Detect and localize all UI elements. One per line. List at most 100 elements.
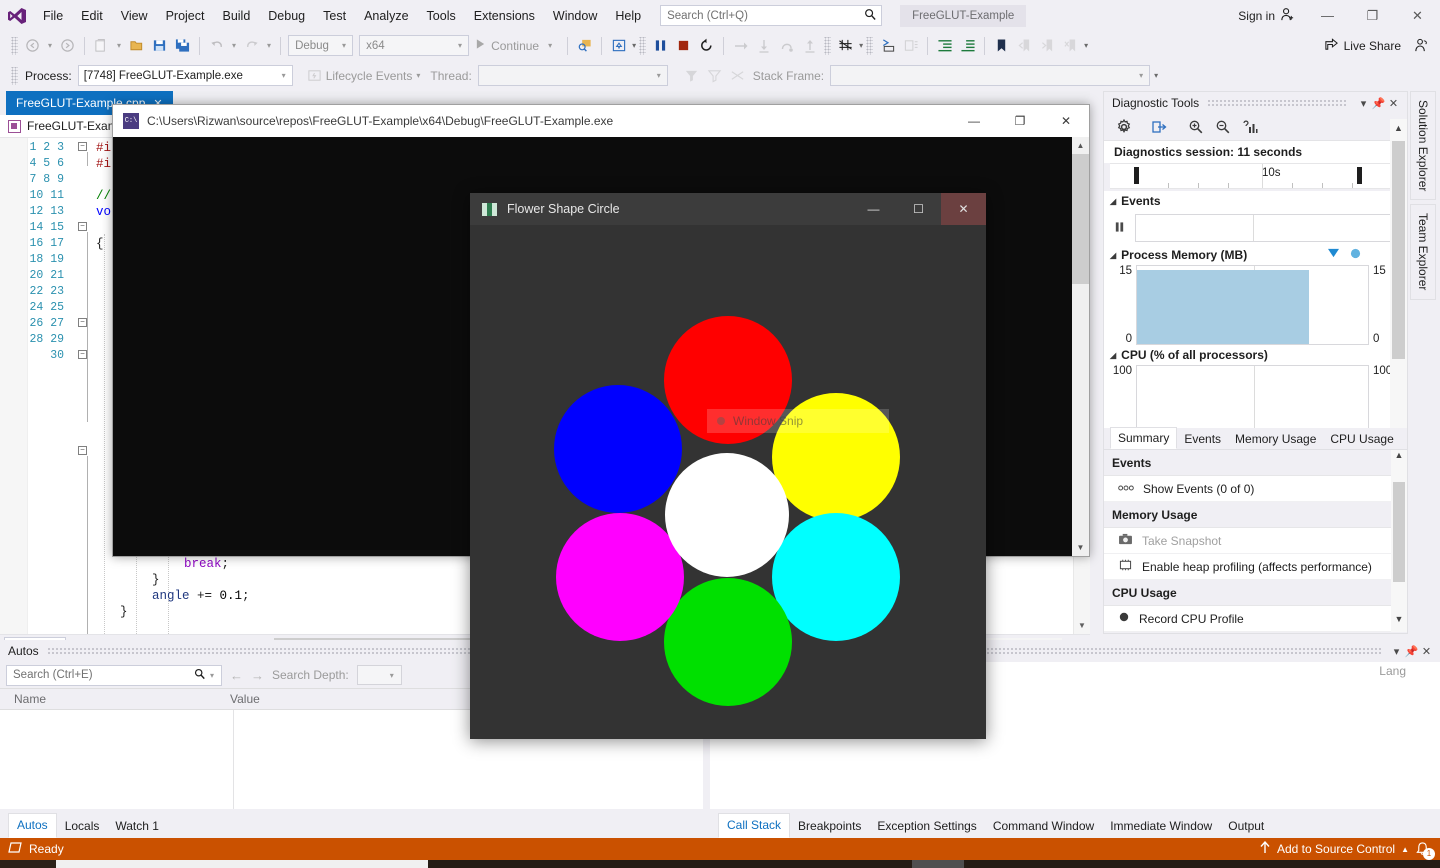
diag-scroll-thumb[interactable] bbox=[1392, 141, 1405, 359]
solution-configuration-select[interactable]: Debug ▾ bbox=[288, 35, 354, 56]
collapse-triangle-icon-events[interactable]: ◢ bbox=[1110, 197, 1116, 206]
window-minimize-button[interactable]: — bbox=[1305, 0, 1350, 31]
tab-output[interactable]: Output bbox=[1220, 815, 1272, 838]
autos-search-caret-icon[interactable]: ▾ bbox=[206, 671, 218, 680]
tab-command-window[interactable]: Command Window bbox=[985, 815, 1102, 838]
menu-extensions[interactable]: Extensions bbox=[465, 3, 544, 29]
fold-toggle-3[interactable]: − bbox=[78, 318, 87, 327]
call-stack-close-icon[interactable]: ✕ bbox=[1419, 645, 1434, 658]
autos-col-value[interactable]: Value bbox=[222, 692, 260, 706]
fold-toggle-1[interactable]: − bbox=[78, 142, 87, 151]
menu-test[interactable]: Test bbox=[314, 3, 355, 29]
glut-maximize-button[interactable]: ☐ bbox=[896, 193, 941, 225]
window-close-button[interactable]: ✕ bbox=[1395, 0, 1440, 31]
summary-scroll-up-icon[interactable]: ▲ bbox=[1391, 450, 1407, 468]
quick-launch-search[interactable]: Search (Ctrl+Q) bbox=[660, 5, 883, 26]
memory-plot[interactable] bbox=[1136, 265, 1369, 345]
new-project-icon[interactable] bbox=[90, 34, 113, 57]
show-next-statement-icon[interactable] bbox=[729, 34, 752, 57]
new-project-caret-icon[interactable]: ▾ bbox=[113, 41, 125, 50]
decrease-indent-icon[interactable] bbox=[956, 34, 979, 57]
diag-scroll-up-icon[interactable]: ▲ bbox=[1390, 119, 1407, 137]
search-prev-icon[interactable]: ← bbox=[230, 668, 243, 683]
save-icon[interactable] bbox=[148, 34, 171, 57]
comment-selection-icon[interactable] bbox=[876, 34, 899, 57]
export-icon[interactable] bbox=[1147, 116, 1171, 138]
record-cpu-profile-action[interactable]: Record CPU Profile bbox=[1104, 606, 1407, 632]
gear-icon[interactable] bbox=[1112, 116, 1136, 138]
search-depth-select[interactable]: ▾ bbox=[356, 665, 402, 685]
sidebar-item-solution-explorer[interactable]: Solution Explorer bbox=[1410, 91, 1436, 201]
glut-output-window[interactable]: Flower Shape Circle — ☐ ✕ Window Snip bbox=[470, 193, 986, 739]
taskbar-item-active[interactable] bbox=[56, 860, 428, 868]
zoom-out-icon[interactable] bbox=[1211, 116, 1235, 138]
flag-threads-icon[interactable] bbox=[726, 64, 749, 87]
navigate-backward-icon[interactable] bbox=[21, 34, 44, 57]
diagnostic-pin-icon[interactable]: 📌 bbox=[1371, 97, 1386, 110]
menu-window[interactable]: Window bbox=[544, 3, 606, 29]
tab-exception-settings[interactable]: Exception Settings bbox=[869, 815, 984, 838]
tab-immediate-window[interactable]: Immediate Window bbox=[1102, 815, 1220, 838]
events-track[interactable] bbox=[1135, 214, 1399, 242]
toolbar-overflow-icon[interactable]: ▾ bbox=[1084, 41, 1088, 50]
enable-heap-profiling-action[interactable]: Enable heap profiling (affects performan… bbox=[1104, 554, 1407, 580]
console-scroll-thumb[interactable] bbox=[1072, 154, 1089, 284]
increase-indent-icon[interactable] bbox=[933, 34, 956, 57]
save-all-icon[interactable] bbox=[171, 34, 194, 57]
uncomment-selection-icon[interactable] bbox=[899, 34, 922, 57]
call-stack-pin-icon[interactable]: 📌 bbox=[1404, 645, 1419, 658]
feedback-icon[interactable] bbox=[1409, 34, 1432, 57]
autos-col-name[interactable]: Name bbox=[0, 692, 222, 706]
thread-select[interactable]: ▾ bbox=[477, 65, 668, 86]
filter-icon[interactable] bbox=[680, 64, 703, 87]
line-numbers-caret-icon[interactable]: ▾ bbox=[859, 41, 863, 50]
take-snapshot-action[interactable]: Take Snapshot bbox=[1104, 528, 1407, 554]
diagnostic-drag-handle[interactable] bbox=[1207, 99, 1348, 107]
navigate-forward-icon[interactable] bbox=[56, 34, 79, 57]
stack-frame-select[interactable]: ▾ bbox=[830, 65, 1151, 86]
show-events-action[interactable]: Show Events (0 of 0) bbox=[1104, 476, 1407, 502]
live-visual-caret-icon[interactable]: ▾ bbox=[632, 41, 636, 50]
diag-tab-summary[interactable]: Summary bbox=[1110, 427, 1178, 449]
console-minimize-button[interactable]: — bbox=[951, 105, 997, 137]
restart-icon[interactable] bbox=[695, 34, 718, 57]
sign-in-button[interactable]: Sign in bbox=[1228, 7, 1305, 25]
diagnostic-close-icon[interactable]: ✕ bbox=[1386, 97, 1401, 110]
solution-platform-select[interactable]: x64 ▾ bbox=[359, 35, 470, 56]
navigate-backward-caret-icon[interactable]: ▾ bbox=[44, 41, 56, 50]
add-to-source-control-button[interactable]: Add to Source Control bbox=[1277, 842, 1395, 856]
glut-close-button[interactable]: ✕ bbox=[941, 193, 986, 225]
search-next-icon[interactable]: → bbox=[251, 668, 264, 683]
menu-analyze[interactable]: Analyze bbox=[355, 3, 417, 29]
tab-locals[interactable]: Locals bbox=[57, 815, 108, 838]
summary-scroll-down-icon[interactable]: ▼ bbox=[1391, 614, 1407, 632]
diagnostics-timeline[interactable]: 10s bbox=[1110, 163, 1401, 189]
menu-view[interactable]: View bbox=[112, 3, 157, 29]
redo-caret-icon[interactable]: ▾ bbox=[263, 41, 275, 50]
undo-caret-icon[interactable]: ▾ bbox=[228, 41, 240, 50]
menu-project[interactable]: Project bbox=[157, 3, 214, 29]
console-title-bar[interactable]: C:\ C:\Users\Rizwan\source\repos\FreeGLU… bbox=[113, 105, 1089, 137]
toolbar-grip-3[interactable] bbox=[824, 36, 832, 55]
debug-toolbar-grip[interactable] bbox=[11, 66, 18, 85]
glut-minimize-button[interactable]: — bbox=[851, 193, 896, 225]
menu-debug[interactable]: Debug bbox=[259, 3, 314, 29]
redo-icon[interactable] bbox=[240, 34, 263, 57]
reset-zoom-icon[interactable] bbox=[1238, 116, 1262, 138]
collapse-triangle-icon-cpu[interactable]: ◢ bbox=[1110, 351, 1116, 360]
fold-toggle-5[interactable]: − bbox=[78, 446, 87, 455]
debug-toolbar-overflow-icon[interactable]: ▾ bbox=[1154, 71, 1158, 80]
diag-tab-cpu-usage[interactable]: CPU Usage bbox=[1323, 429, 1400, 449]
notifications-button[interactable]: 1 bbox=[1415, 841, 1435, 860]
zoom-in-icon[interactable] bbox=[1184, 116, 1208, 138]
menu-tools[interactable]: Tools bbox=[418, 3, 465, 29]
toolbar-grip[interactable] bbox=[11, 36, 18, 55]
outlining-column[interactable]: − − − − − bbox=[78, 138, 92, 634]
glut-title-bar[interactable]: Flower Shape Circle — ☐ ✕ bbox=[470, 193, 986, 225]
console-maximize-button[interactable]: ❐ bbox=[997, 105, 1043, 137]
summary-scroll-thumb[interactable] bbox=[1393, 482, 1405, 582]
tab-call-stack[interactable]: Call Stack bbox=[718, 813, 791, 838]
tab-watch-1[interactable]: Watch 1 bbox=[107, 815, 167, 838]
next-bookmark-icon[interactable] bbox=[1036, 34, 1059, 57]
events-section-header[interactable]: ◢ Events bbox=[1104, 191, 1407, 211]
